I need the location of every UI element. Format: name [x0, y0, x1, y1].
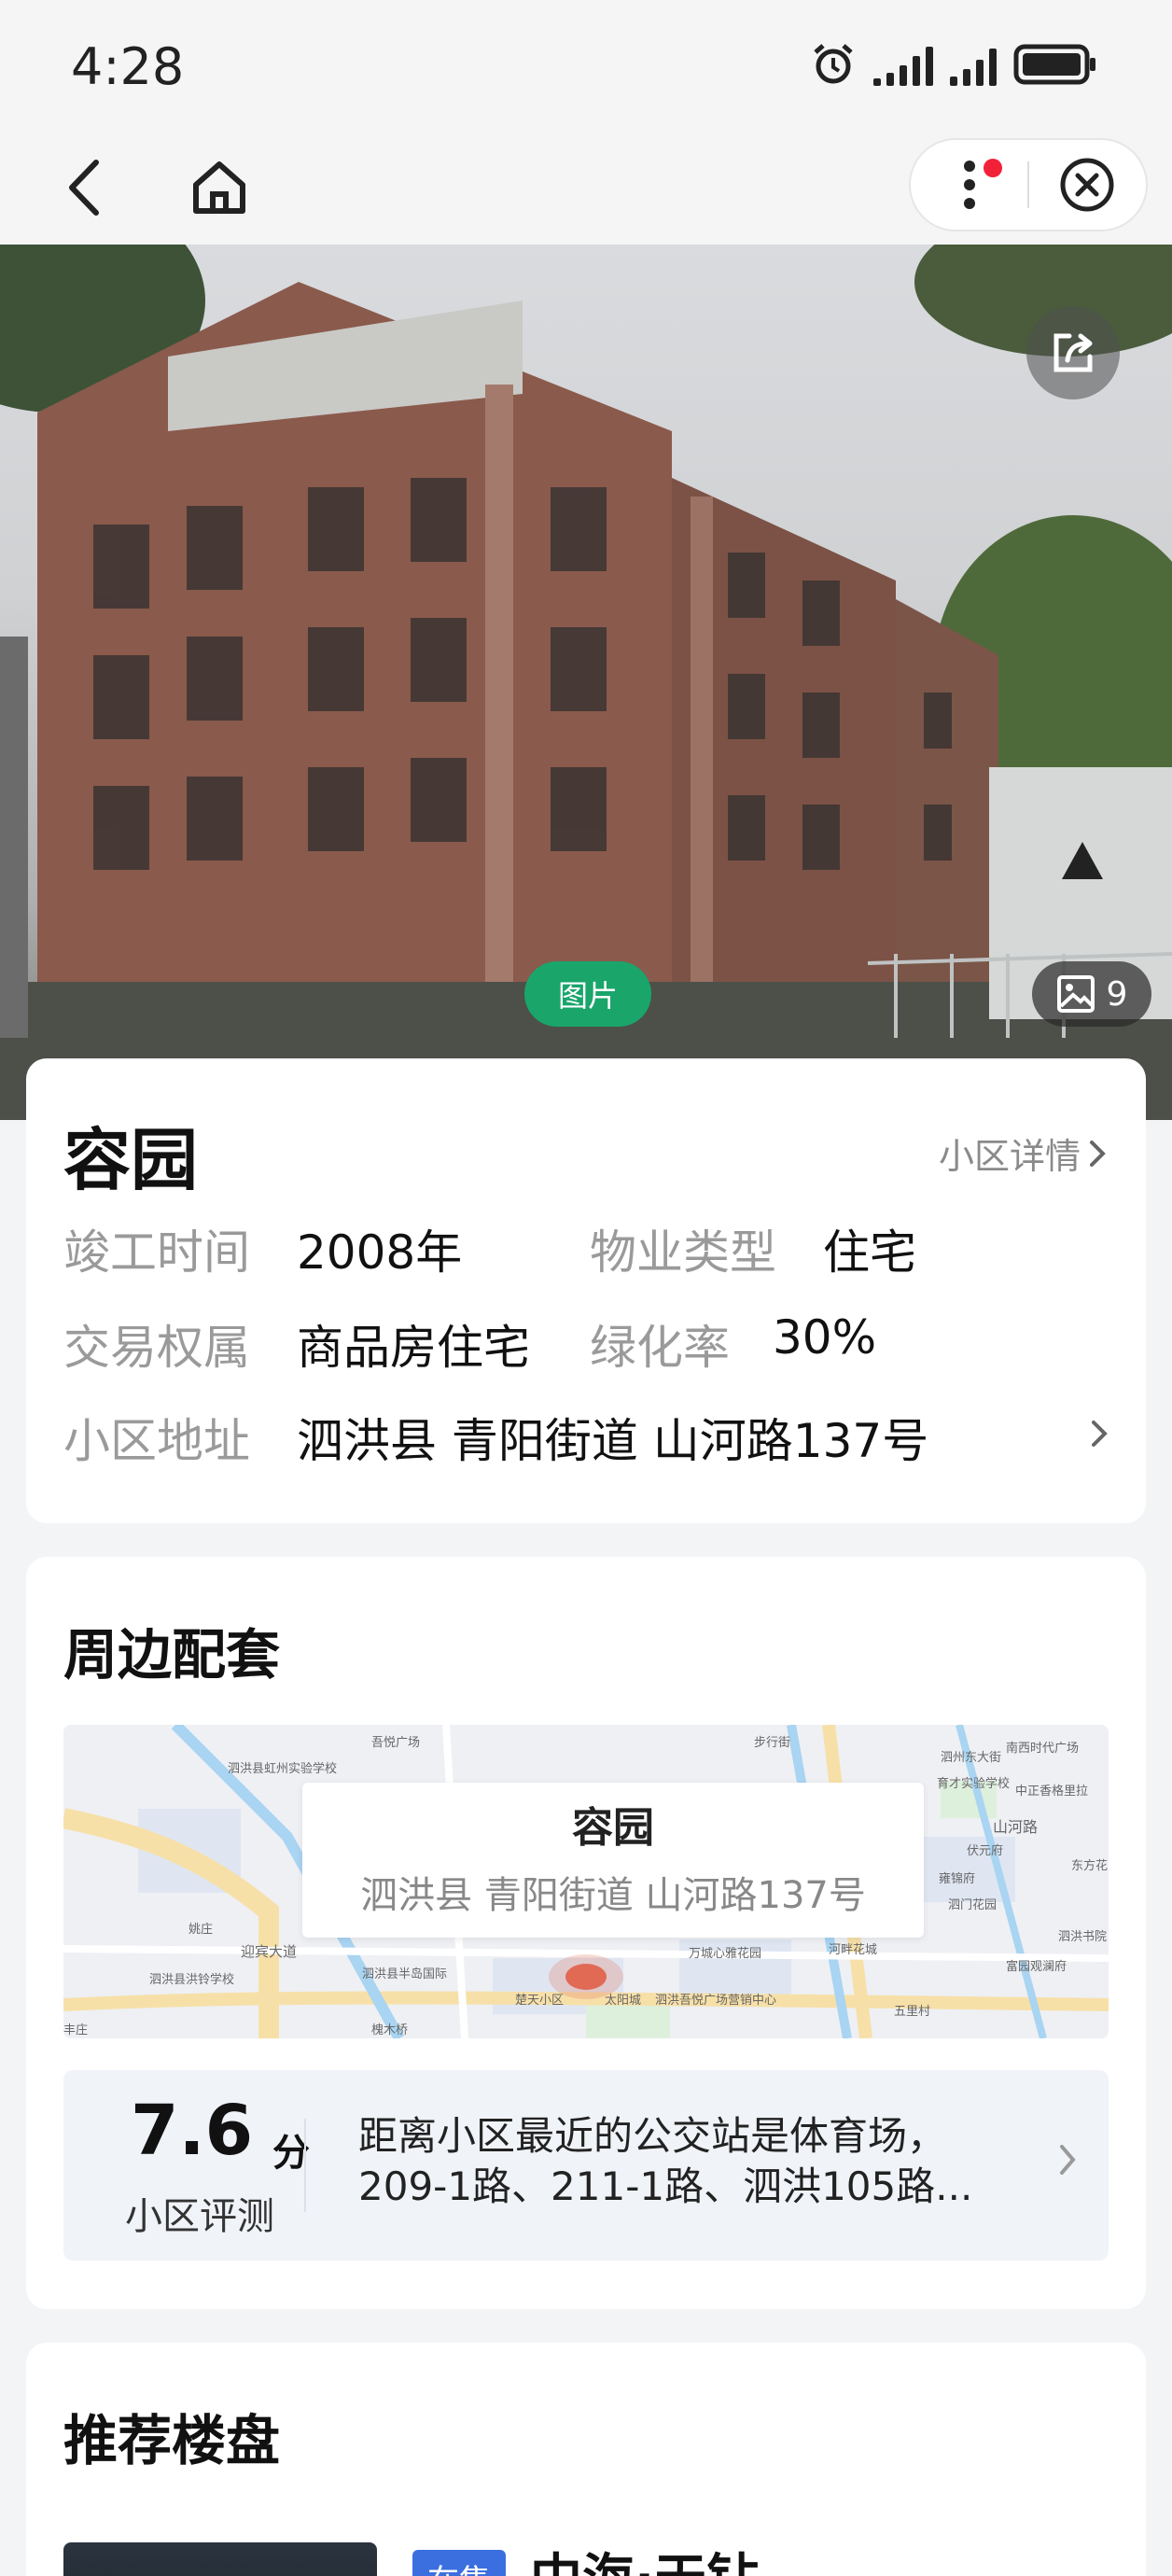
- recommend-card: 推荐楼盘 在售 中海·天钻: [26, 2343, 1146, 2576]
- map-popup: 容园 泗洪县 青阳街道 山河路137号: [302, 1783, 924, 1938]
- alarm-icon: [814, 44, 853, 84]
- info-row-2: 交易权属 商品房住宅 绿化率 30%: [63, 1310, 876, 1378]
- map-label: 姚庄: [188, 1923, 214, 1937]
- map-label: 泗洪吾悦广场营销中心: [655, 1994, 777, 2008]
- detail-link-label: 小区详情: [938, 1136, 1081, 1177]
- image-icon: [1056, 975, 1095, 1013]
- map-label: 泗门花园: [948, 1898, 998, 1912]
- ownership-value: 商品房住宅: [297, 1321, 530, 1375]
- map-label: 泗洪县半岛国际: [362, 1967, 448, 1981]
- signal-icon-2: [950, 43, 997, 86]
- map-label: 五里村: [894, 2005, 931, 2019]
- share-button[interactable]: [1026, 306, 1120, 399]
- ownership-label: 交易权属: [63, 1321, 250, 1375]
- notification-dot: [984, 159, 1002, 177]
- property-type-label: 物业类型: [590, 1225, 776, 1280]
- signal-icon-1: [873, 43, 933, 86]
- map-label: 山河路: [993, 1818, 1039, 1836]
- community-detail-link[interactable]: 小区详情: [939, 1127, 1107, 1179]
- community-name: 容园: [63, 1121, 199, 1199]
- map-label: 伏元府: [967, 1844, 1004, 1858]
- more-dots-icon: [963, 161, 975, 209]
- back-button[interactable]: [50, 153, 119, 222]
- photo-count: 9: [1106, 974, 1128, 1014]
- more-button[interactable]: [911, 140, 1027, 230]
- map-label: 南西时代广场: [1006, 1742, 1080, 1756]
- property-type-value: 住宅: [823, 1225, 916, 1280]
- map-label: 丰庄: [63, 2023, 89, 2037]
- map-label: 楚天小区: [515, 1994, 565, 2008]
- greening-value: 30%: [773, 1310, 877, 1365]
- address-label: 小区地址: [63, 1414, 250, 1468]
- chevron-right-icon: [1092, 1421, 1108, 1447]
- status-bar: 4:28: [0, 0, 1172, 131]
- share-icon: [1053, 333, 1093, 372]
- photo-tab[interactable]: 图片: [524, 961, 651, 1027]
- map-label: 吾悦广场: [371, 1736, 421, 1750]
- listing-name[interactable]: 中海·天钻: [530, 2537, 759, 2576]
- score-divider: [304, 2119, 306, 2212]
- score-value: 7.6: [131, 2091, 254, 2171]
- chevron-right-icon: [1060, 2145, 1076, 2175]
- map-label: 泗洪县洪铃学校: [149, 1973, 235, 1987]
- map-label: 河畔花城: [829, 1943, 878, 1957]
- completion-value: 2008年: [297, 1225, 463, 1280]
- status-time: 4:28: [71, 37, 185, 96]
- address-value: 泗洪县 青阳街道 山河路137号: [297, 1414, 929, 1468]
- map-label: 步行街: [754, 1736, 791, 1750]
- community-info-card: 容园 小区详情 竣工时间 2008年 物业类型 住宅 交易权属 商品房住宅 绿化…: [26, 1058, 1146, 1523]
- chevron-right-icon: [1090, 1140, 1106, 1167]
- nav-bar: [0, 131, 1172, 245]
- info-row-1: 竣工时间 2008年 物业类型 住宅: [63, 1215, 916, 1282]
- transit-summary: 距离小区最近的公交站是体育场，209-1路、211-1路、泗洪105路...: [358, 2113, 973, 2209]
- status-icons: [810, 41, 1097, 88]
- surroundings-card: 周边配套 容园 泗洪县 青阳街道 山河路137号 泗洪县虹州实验学校 吾悦广场 …: [26, 1557, 1146, 2309]
- recommend-title: 推荐楼盘: [63, 2409, 281, 2472]
- map-label: 迎宾大道: [241, 1943, 298, 1960]
- photo-count-badge[interactable]: 9: [1032, 961, 1151, 1027]
- greening-label: 绿化率: [590, 1321, 730, 1375]
- close-circle-icon: [1060, 158, 1114, 212]
- map-label: 万城心雅花园: [689, 1947, 762, 1961]
- score-label: 小区评测: [125, 2195, 274, 2238]
- map-label: 泗洪书院: [1058, 1930, 1108, 1944]
- on-sale-badge: 在售: [412, 2550, 506, 2576]
- community-photo[interactable]: 图片 9: [0, 245, 1172, 1120]
- map-label: 中正香格里拉: [1015, 1785, 1089, 1799]
- completion-label: 竣工时间: [63, 1225, 250, 1280]
- address-row[interactable]: 小区地址 泗洪县 青阳街道 山河路137号: [63, 1404, 1109, 1471]
- map-label: 泗州东大街: [941, 1751, 1002, 1765]
- listing-thumbnail[interactable]: [63, 2542, 377, 2576]
- home-button[interactable]: [185, 153, 254, 222]
- popup-community-name: 容园: [572, 1804, 654, 1852]
- chevron-left-icon: [69, 160, 99, 216]
- popup-address: 泗洪县 青阳街道 山河路137号: [360, 1874, 866, 1917]
- mini-program-capsule: [909, 138, 1148, 231]
- map-label: 育才实验学校: [937, 1777, 1011, 1791]
- map-label: 太阳城: [605, 1994, 642, 2008]
- map-label: 槐木桥: [371, 2023, 409, 2037]
- map-label: 泗洪县虹州实验学校: [228, 1762, 338, 1776]
- home-icon: [193, 161, 245, 214]
- battery-icon: [1013, 44, 1095, 85]
- close-mini-program-button[interactable]: [1029, 140, 1146, 230]
- map-label: 雍锦府: [939, 1872, 976, 1886]
- surroundings-map[interactable]: 容园 泗洪县 青阳街道 山河路137号 泗洪县虹州实验学校 吾悦广场 步行街 南…: [63, 1725, 1109, 2038]
- community-score-panel[interactable]: 7.6 分 小区评测 距离小区最近的公交站是体育场，209-1路、211-1路、…: [63, 2070, 1109, 2261]
- map-label: 东方花: [1071, 1859, 1109, 1873]
- surroundings-title: 周边配套: [63, 1623, 281, 1687]
- map-label: 富园观澜府: [1006, 1960, 1067, 1974]
